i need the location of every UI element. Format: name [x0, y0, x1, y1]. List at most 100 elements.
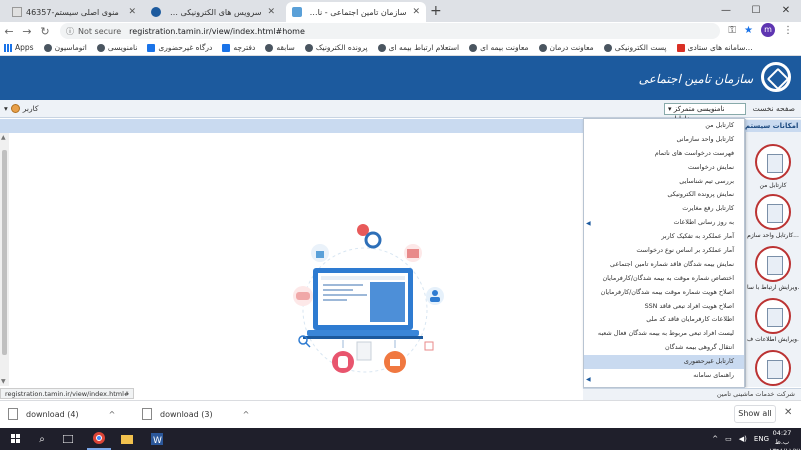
tamin-logo-icon	[151, 7, 161, 17]
menu-dots-icon[interactable]: ⋮	[783, 25, 793, 36]
bookmark-email[interactable]: پست الکترونیکی	[603, 43, 667, 52]
bookmark-insurance-deputy[interactable]: معاونت بیمه ای	[469, 43, 529, 52]
chevron-up-icon[interactable]: ^	[712, 435, 718, 443]
key-icon[interactable]: ⚿	[728, 25, 736, 36]
menu-item[interactable]: نمایش پرونده الکترونیکی	[584, 188, 744, 202]
info-icon[interactable]: ⓘ	[66, 26, 74, 37]
globe-icon	[469, 43, 478, 52]
menu-item[interactable]: کارتابل رفع مغایرت	[584, 202, 744, 216]
submenu-arrow-icon[interactable]: ◀	[586, 376, 591, 383]
menu-item[interactable]: راهنمای سامانه	[584, 369, 744, 383]
network-icon[interactable]: ▭	[725, 435, 732, 443]
maximize-icon[interactable]: ☐	[741, 0, 771, 22]
menu-item[interactable]: نمایش بیمه شدگان فاقد شماره تامین اجتماع…	[584, 258, 744, 272]
bookmarks-bar: Apps اتوماسیون نامنویسی درگاه غیرحضوری د…	[0, 40, 801, 56]
right-panel-title: امکانات سیستم	[745, 120, 801, 132]
chrome-icon[interactable]	[87, 428, 111, 450]
bookmark-booklet[interactable]: دفترچه	[222, 43, 255, 52]
download-item[interactable]: download (3) ^	[142, 405, 249, 423]
menu-item[interactable]: کارتابل واحد سازمانی	[584, 133, 744, 147]
home-link[interactable]: صفحه نخست	[753, 104, 795, 113]
tamin-logo-icon	[147, 43, 156, 52]
panel-item-edit-relation[interactable]: ویرایش ارتباط با سا...	[747, 246, 799, 291]
menu-item[interactable]: کارتابل من	[584, 119, 744, 133]
tab-tamin-services[interactable]: سرویس های الکترونیکی سازمان تأ... ✕	[145, 2, 281, 22]
document-icon	[755, 350, 791, 386]
menu-item[interactable]: آمار عملکرد به تفکیک کاربر	[584, 230, 744, 244]
menu-item[interactable]: اصلاح هویت افراد تبعی فاقد SSN	[584, 300, 744, 314]
page-icon	[12, 7, 22, 17]
red-logo-icon	[676, 43, 685, 52]
new-tab-button[interactable]: +	[430, 3, 442, 19]
database-icon	[332, 351, 354, 373]
menu-item[interactable]: اطلاعات کارفرمایان فاقد کد ملی	[584, 313, 744, 327]
panel-item-edit-info[interactable]: ویرایش اطلاعات ف...	[747, 298, 799, 343]
bookmark-e-file[interactable]: پرونده الکترونیک	[304, 43, 368, 52]
avatar[interactable]: m	[761, 23, 775, 37]
panel-item-unit-cartable[interactable]: کارتابل واحد سازم...	[747, 194, 799, 239]
tab-main-menu[interactable]: منوی اصلی سیستم-46357 ✕	[6, 2, 142, 22]
reload-icon[interactable]: ↻	[36, 25, 54, 38]
download-item[interactable]: download (4) ^	[8, 405, 115, 423]
menu-item[interactable]: نمایش درخواست	[584, 161, 744, 175]
system-select[interactable]: ▾ نامنویسی متمرکز مخاطبات	[664, 103, 746, 123]
speaker-icon[interactable]: ◀)	[739, 435, 747, 443]
menu-item[interactable]: اصلاح هویت شماره موقت بیمه شدگان/کارفرما…	[584, 286, 744, 300]
task-view-icon[interactable]	[56, 428, 80, 450]
taskbar-clock[interactable]: 04:27 ب.ظ ۱۳۹۸/۱۱/۲۱	[769, 429, 801, 456]
globe-icon	[377, 43, 386, 52]
bookmark-treatment-deputy[interactable]: معاونت درمان	[538, 43, 594, 52]
file-icon	[142, 408, 152, 420]
close-icon[interactable]: ✕	[267, 7, 275, 17]
bookmark-apps[interactable]: Apps	[4, 43, 34, 52]
chevron-up-icon[interactable]: ^	[109, 410, 116, 419]
scrollbar-thumb[interactable]	[2, 150, 7, 355]
panel-item-more[interactable]	[747, 350, 799, 386]
search-icon[interactable]: ⌕	[30, 428, 54, 450]
forward-icon[interactable]: →	[18, 25, 36, 38]
close-icon[interactable]: ✕	[128, 7, 136, 17]
file-icon	[8, 408, 18, 420]
windows-start-icon[interactable]	[4, 428, 28, 450]
menu-item[interactable]: لیست افراد تبعی مربوط به بیمه شدگان فعال…	[584, 327, 744, 341]
back-icon[interactable]: ←	[0, 25, 18, 38]
site-footer: شرکت خدمات ماشینی تامین	[583, 388, 801, 400]
chevron-up-icon[interactable]: ^	[243, 410, 250, 419]
scroll-down-icon[interactable]: ▼	[1, 378, 6, 385]
bookmark-history[interactable]: سابقه	[265, 43, 295, 52]
bookmark-non-attendance[interactable]: درگاه غیرحضوری	[147, 43, 212, 52]
show-all-button[interactable]: Show all	[734, 405, 776, 423]
content-title-bar	[0, 119, 583, 133]
svg-text:W: W	[153, 436, 162, 445]
menu-item[interactable]: اختصاص شماره موقت به بیمه شدگان/کارفرمای…	[584, 272, 744, 286]
panel-item-my-cartable[interactable]: کارتابل من	[747, 144, 799, 189]
scroll-up-icon[interactable]: ▲	[1, 134, 6, 141]
menu-item[interactable]: بررسی تیم شناسایی	[584, 175, 744, 189]
menu-item[interactable]: فهرست درخواست های ناتمام	[584, 147, 744, 161]
tamin-logo-icon	[292, 7, 302, 17]
word-icon[interactable]: W	[145, 428, 169, 450]
close-icon[interactable]: ✕	[784, 407, 792, 418]
edit-person-icon	[755, 298, 791, 334]
menu-item[interactable]: انتقال گروهی بیمه شدگان	[584, 341, 744, 355]
address-bar[interactable]: ⓘ Not secure registration.tamin.ir/view/…	[60, 23, 720, 39]
minimize-icon[interactable]: —	[711, 0, 741, 22]
user-menu[interactable]: ▾ کاربر	[4, 104, 38, 113]
file-explorer-icon[interactable]	[115, 428, 139, 450]
menu-item[interactable]: کارتابل غیرحضوری	[584, 355, 744, 370]
menu-item[interactable]: آمار عملکرد بر اساس نوع درخواست	[584, 244, 744, 258]
menu-item[interactable]: به روز رسانی اطلاعات	[584, 216, 744, 230]
star-icon[interactable]: ★	[744, 25, 753, 36]
status-bar-url: registration.tamin.ir/view/index.html#	[0, 388, 135, 399]
bookmark-automation[interactable]: اتوماسیون	[43, 43, 87, 52]
bookmark-inquiry[interactable]: استعلام ارتباط بیمه ای	[377, 43, 459, 52]
bookmark-staff-systems[interactable]: سامانه های ستادی...	[676, 43, 753, 52]
tab-registration[interactable]: سازمان تامین اجتماعی - نام نویسی... ✕	[286, 2, 426, 22]
language-indicator[interactable]: ENG	[754, 435, 769, 443]
globe-icon	[96, 43, 105, 52]
bookmark-registration[interactable]: نامنویسی	[96, 43, 137, 52]
close-window-icon[interactable]: ✕	[771, 0, 801, 22]
globe-icon	[538, 43, 547, 52]
close-icon[interactable]: ✕	[412, 7, 420, 17]
submenu-arrow-icon[interactable]: ◀	[586, 220, 591, 227]
